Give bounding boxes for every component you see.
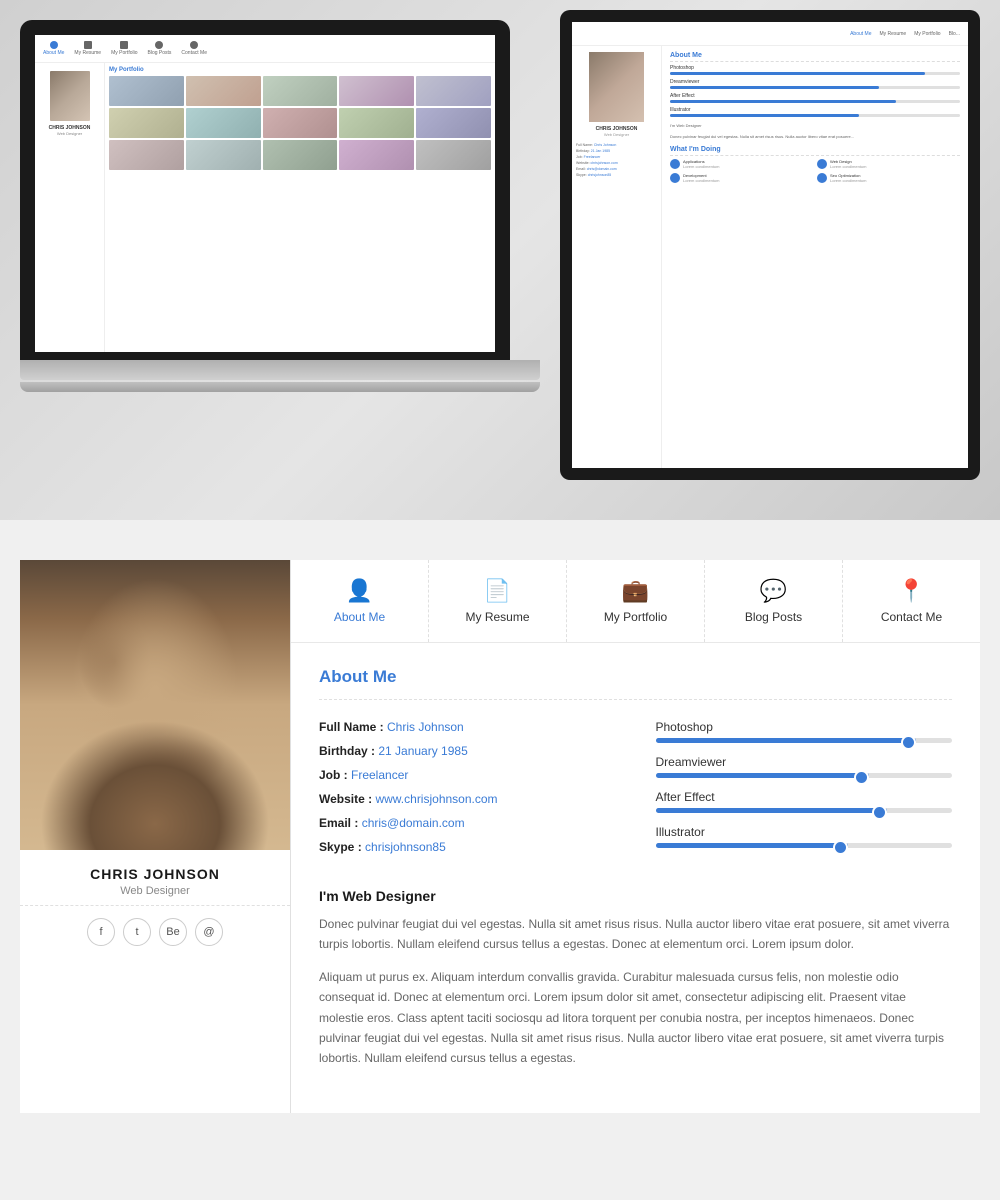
twitter-icon[interactable]: t xyxy=(123,918,151,946)
info-fullname: Full Name : Chris Johnson xyxy=(319,720,616,734)
tab-about[interactable]: 👤 About Me xyxy=(291,560,429,642)
profile-card-container: CHRIS JOHNSON Web Designer f t Be @ 👤 Ab… xyxy=(20,560,980,1113)
about-section: About Me Full Name : Chris Johnson Birth… xyxy=(291,643,980,1113)
skill-photoshop: Photoshop xyxy=(656,720,953,743)
nav-tabs: 👤 About Me 📄 My Resume 💼 My Portfolio 💬 … xyxy=(291,560,980,643)
behance-icon[interactable]: Be xyxy=(159,918,187,946)
profile-name: CHRIS JOHNSON xyxy=(20,866,290,882)
info-job: Job : Freelancer xyxy=(319,768,616,782)
blog-icon: 💬 xyxy=(760,578,787,604)
portfolio-icon: 💼 xyxy=(622,578,649,604)
laptop-mockup: About Me My Resume My Portfolio Blo xyxy=(20,20,540,460)
tab-portfolio-label: My Portfolio xyxy=(604,610,667,624)
resume-icon: 📄 xyxy=(484,578,511,604)
section-divider xyxy=(319,699,952,700)
info-email: Email : chris@domain.com xyxy=(319,816,616,830)
tablet-mockup: About Me My Resume My Portfolio Blo... C… xyxy=(560,10,1000,500)
about-icon: 👤 xyxy=(346,578,373,604)
tab-blog-label: Blog Posts xyxy=(745,610,802,624)
tab-contact-label: Contact Me xyxy=(881,610,942,624)
email-icon[interactable]: @ xyxy=(195,918,223,946)
contact-icon: 📍 xyxy=(898,578,925,604)
skill-illustrator: Illustrator xyxy=(656,825,953,848)
profile-photo xyxy=(20,560,290,850)
bottom-section: CHRIS JOHNSON Web Designer f t Be @ 👤 Ab… xyxy=(0,520,1000,1200)
facebook-icon[interactable]: f xyxy=(87,918,115,946)
profile-info: CHRIS JOHNSON Web Designer xyxy=(20,850,290,906)
tab-resume-label: My Resume xyxy=(465,610,529,624)
social-links: f t Be @ xyxy=(87,906,223,958)
tab-contact[interactable]: 📍 Contact Me xyxy=(843,560,980,642)
skill-dreamviewer-bar xyxy=(656,773,869,778)
info-col: Full Name : Chris Johnson Birthday : 21 … xyxy=(319,720,616,864)
info-birthday: Birthday : 21 January 1985 xyxy=(319,744,616,758)
bio-section: I'm Web Designer Donec pulvinar feugiat … xyxy=(319,888,952,1069)
bio-paragraph-2: Aliquam ut purus ex. Aliquam interdum co… xyxy=(319,967,952,1069)
tab-portfolio[interactable]: 💼 My Portfolio xyxy=(567,560,705,642)
content-area: 👤 About Me 📄 My Resume 💼 My Portfolio 💬 … xyxy=(290,560,980,1113)
profile-job: Web Designer xyxy=(20,885,290,897)
profile-card: CHRIS JOHNSON Web Designer f t Be @ xyxy=(20,560,290,1113)
info-skype: Skype : chrisjohnson85 xyxy=(319,840,616,854)
section-title: About Me xyxy=(319,667,952,687)
bio-paragraph-1: Donec pulvinar feugiat dui vel egestas. … xyxy=(319,914,952,955)
skill-dreamviewer: Dreamviewer xyxy=(656,755,953,778)
skill-aftereffect-bar xyxy=(656,808,887,813)
info-skills-row: Full Name : Chris Johnson Birthday : 21 … xyxy=(319,720,952,864)
tab-blog[interactable]: 💬 Blog Posts xyxy=(705,560,843,642)
top-section: About Me My Resume My Portfolio Blo xyxy=(0,0,1000,520)
skill-photoshop-bar xyxy=(656,738,917,743)
skill-illustrator-bar xyxy=(656,843,849,848)
info-website: Website : www.chrisjohnson.com xyxy=(319,792,616,806)
bio-title: I'm Web Designer xyxy=(319,888,952,904)
tab-about-label: About Me xyxy=(334,610,385,624)
skills-col: Photoshop Dreamviewer Afte xyxy=(656,720,953,864)
skill-aftereffect: After Effect xyxy=(656,790,953,813)
tab-resume[interactable]: 📄 My Resume xyxy=(429,560,567,642)
